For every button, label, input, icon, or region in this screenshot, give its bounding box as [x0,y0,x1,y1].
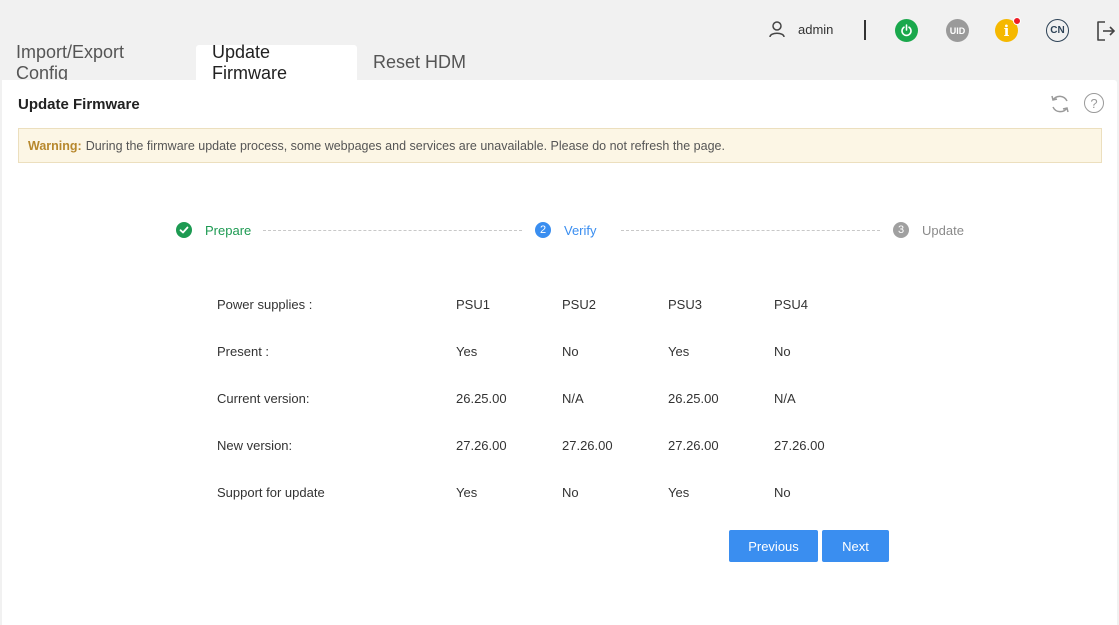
row-label: New version: [217,438,293,453]
user-icon [768,20,786,38]
table-cell: 27.26.00 [668,438,719,453]
language-icon[interactable]: CN [1046,19,1069,42]
refresh-icon[interactable] [1049,93,1071,120]
row-label: Current version: [217,391,310,406]
next-button[interactable]: Next [822,530,889,562]
tab-reset-hdm[interactable]: Reset HDM [357,45,482,80]
tab-import-export-config[interactable]: Import/Export Config [0,42,196,83]
step-number: 3 [893,222,909,238]
table-cell: PSU4 [774,297,808,312]
step-number: 2 [535,222,551,238]
table-cell: No [774,485,791,500]
info-icon[interactable]: i [995,17,1021,42]
user-name: admin [798,21,834,37]
table-cell: 27.26.00 [456,438,507,453]
info-label: i [1003,21,1010,40]
step-connector [263,230,522,231]
table-cell: PSU1 [456,297,490,312]
user-menu[interactable]: admin [768,20,833,38]
main-panel: Update Firmware ? Warning: During the fi… [2,80,1117,625]
warning-text: During the firmware update process, some… [85,138,725,153]
step-verify: 2 Verify [535,222,597,238]
table-cell: 27.26.00 [774,438,825,453]
tab-update-firmware[interactable]: Update Firmware [196,42,357,83]
uid-label: UID [949,25,966,36]
table-cell: N/A [774,391,796,406]
warning-label: Warning: [28,138,82,153]
table-cell: Yes [668,344,690,359]
step-connector [621,230,880,231]
alert-dot [1013,17,1021,25]
step-update: 3 Update [893,222,964,238]
table-cell: No [562,344,579,359]
table-cell: Yes [456,485,478,500]
power-icon[interactable] [895,19,918,42]
tab-bar: Import/Export Config Update Firmware Res… [0,42,482,83]
table-cell: PSU2 [562,297,596,312]
table-cell: 26.25.00 [456,391,507,406]
table-cell: Yes [456,344,478,359]
table-cell: N/A [562,391,584,406]
row-label: Power supplies : [217,297,313,312]
step-label: Verify [564,222,597,238]
previous-button[interactable]: Previous [729,530,818,562]
row-label: Support for update [217,485,325,500]
step-label: Update [922,222,964,238]
row-label: Present : [217,344,270,359]
uid-icon[interactable]: UID [946,19,969,42]
help-icon[interactable]: ? [1084,93,1104,113]
step-prepare: Prepare [176,222,251,238]
page-title: Update Firmware [18,96,140,113]
logout-icon[interactable] [1094,19,1116,48]
header-divider [864,20,866,40]
table-cell: PSU3 [668,297,702,312]
top-header: admin UID i CN [0,0,1119,46]
table-cell: No [562,485,579,500]
language-label: CN [1050,25,1065,36]
table-cell: 27.26.00 [562,438,613,453]
check-icon [176,222,192,238]
help-label: ? [1090,95,1098,111]
table-cell: Yes [668,485,690,500]
table-cell: No [774,344,791,359]
warning-banner: Warning: During the firmware update proc… [18,128,1102,163]
step-label: Prepare [205,222,252,238]
table-cell: 26.25.00 [668,391,719,406]
